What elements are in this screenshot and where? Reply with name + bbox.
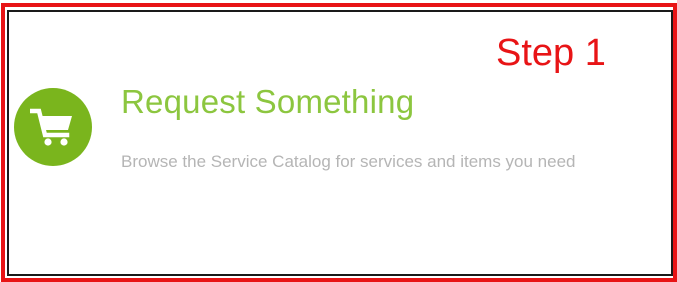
shopping-cart-icon-glyph <box>30 108 72 146</box>
card-description: Browse the Service Catalog for services … <box>121 152 576 171</box>
card-title[interactable]: Request Something <box>121 80 414 124</box>
shopping-cart-icon[interactable] <box>14 88 92 166</box>
step-label: Step 1 <box>496 32 606 74</box>
